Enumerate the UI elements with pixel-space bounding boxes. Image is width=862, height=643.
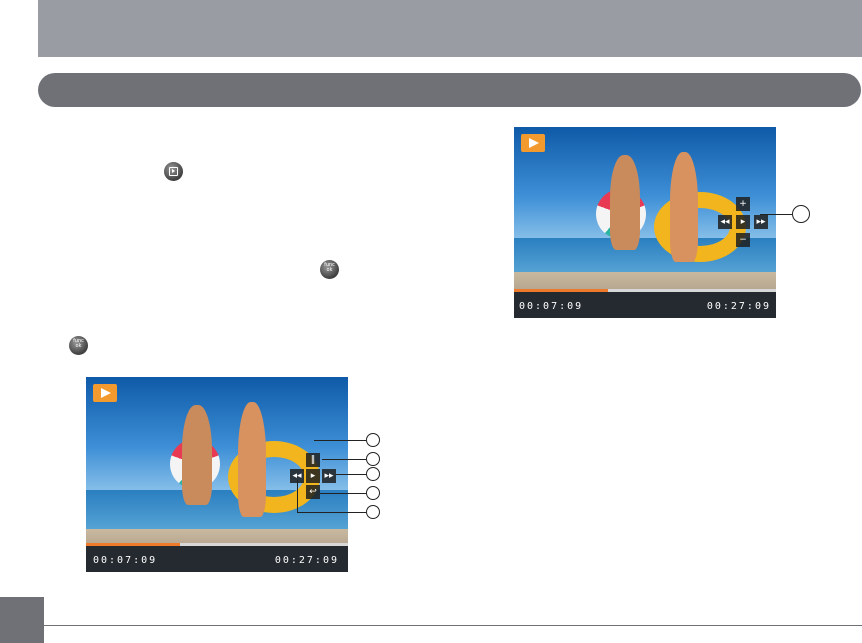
callout-circle <box>366 467 380 481</box>
func-ok-button-icon: func ok <box>69 336 88 355</box>
rewind-icon[interactable]: ◂◂ <box>718 215 732 229</box>
girl-figure <box>670 152 698 262</box>
callout-circle <box>366 433 380 447</box>
elapsed-time: 00:07:09 <box>93 555 158 566</box>
callout-circle <box>366 452 380 466</box>
pause-icon[interactable]: ‖ <box>306 453 320 467</box>
play-icon[interactable]: ▸ <box>736 215 750 229</box>
girl-figure <box>238 402 266 517</box>
swim-ring <box>654 192 746 262</box>
section-header-bar <box>38 73 861 107</box>
return-icon[interactable]: ↩ <box>306 485 320 499</box>
page-number-tab <box>0 597 44 643</box>
camera-screen-volume: + ◂◂ ▸ ▸▸ − 00:07:09 00:27:09 <box>514 127 776 318</box>
chapter-header-bar <box>38 0 862 57</box>
callout-circle <box>366 505 380 519</box>
total-time: 00:27:09 <box>706 301 771 312</box>
total-time: 00:27:09 <box>274 555 339 566</box>
volume-down-icon[interactable]: − <box>736 233 750 247</box>
callout-circle <box>366 486 380 500</box>
fast-forward-icon[interactable]: ▸▸ <box>754 215 768 229</box>
time-bar: 00:07:09 00:27:09 <box>514 292 776 318</box>
play-icon[interactable]: ▸ <box>306 469 320 483</box>
camera-screen-playback: ‖ ◂◂ ▸ ▸▸ ↩ 00:07:09 00:27:09 <box>86 377 348 572</box>
callout-circle <box>792 205 810 223</box>
boy-figure <box>610 155 640 250</box>
boy-figure <box>182 405 212 505</box>
play-mode-icon <box>93 384 117 402</box>
fast-forward-icon[interactable]: ▸▸ <box>322 469 336 483</box>
func-ok-button-icon: func ok <box>320 260 339 279</box>
elapsed-time: 00:07:09 <box>519 301 584 312</box>
time-bar: 00:07:09 00:27:09 <box>86 546 348 572</box>
footer-rule <box>44 625 862 626</box>
volume-up-icon[interactable]: + <box>736 197 750 211</box>
play-mode-icon <box>521 134 545 152</box>
playback-button-icon <box>164 162 183 181</box>
